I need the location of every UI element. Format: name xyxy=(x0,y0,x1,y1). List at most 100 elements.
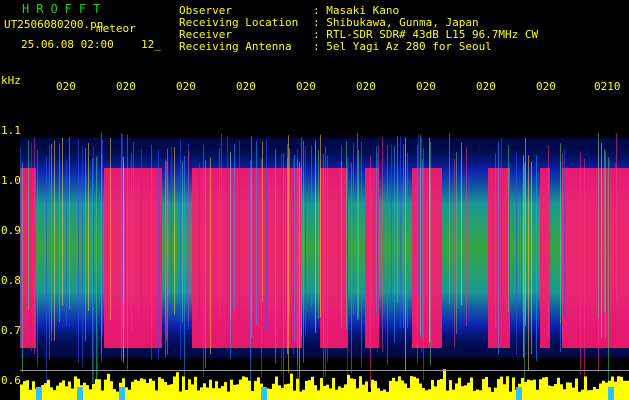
activity-bar xyxy=(536,389,539,400)
activity-bar xyxy=(452,389,455,400)
meteor-streak xyxy=(560,143,561,324)
activity-bar xyxy=(449,380,452,400)
meteor-streak xyxy=(454,159,455,348)
activity-bar xyxy=(20,384,23,400)
meteor-streak xyxy=(250,160,251,381)
meteor-streak xyxy=(420,135,421,336)
activity-bar xyxy=(227,391,230,400)
activity-bar xyxy=(254,381,257,400)
meteor-streak xyxy=(387,145,388,366)
activity-bar xyxy=(155,390,158,400)
meteor-streak xyxy=(564,150,565,317)
antenna-label: Receiving Antenna xyxy=(179,40,292,53)
activity-bar xyxy=(110,381,113,400)
activity-bar xyxy=(242,376,245,400)
activity-bar xyxy=(323,385,326,400)
activity-bar xyxy=(32,381,35,400)
activity-bar xyxy=(326,384,329,400)
activity-bar xyxy=(203,383,206,400)
time-label: 020 xyxy=(116,80,136,93)
activity-bar xyxy=(488,387,491,400)
meteor-streak xyxy=(311,145,312,307)
meteor-streak xyxy=(88,142,89,311)
meteor-streak xyxy=(417,144,418,365)
activity-bar xyxy=(533,379,536,400)
activity-bar xyxy=(365,381,368,400)
signal-band xyxy=(562,168,629,348)
activity-bar xyxy=(56,385,59,400)
meteor-streak xyxy=(165,159,166,358)
activity-bar xyxy=(407,387,410,400)
meteor-streak xyxy=(92,158,93,384)
activity-bar xyxy=(347,374,350,400)
meteor-streak xyxy=(123,156,124,363)
activity-bar xyxy=(539,379,542,400)
activity-bar xyxy=(446,390,449,400)
meteor-streak xyxy=(400,135,401,328)
y-tick: 0.8 xyxy=(1,274,21,287)
meteor-streak xyxy=(303,140,304,364)
activity-bar xyxy=(209,379,212,400)
activity-bar xyxy=(236,384,239,400)
activity-bar xyxy=(182,376,185,400)
meteor-streak xyxy=(377,152,378,353)
activity-bar xyxy=(185,390,188,400)
meteor-streak xyxy=(449,133,450,304)
activity-bar xyxy=(605,382,608,400)
meteor-streak xyxy=(59,143,60,323)
activity-bar xyxy=(422,388,425,400)
activity-bar xyxy=(431,379,434,400)
activity-bar xyxy=(125,387,128,400)
meteor-streak xyxy=(299,162,300,393)
activity-bar xyxy=(416,378,419,400)
meteor-streak xyxy=(327,155,328,363)
file-name: UT2506080200.pn xyxy=(4,18,104,31)
activity-bar xyxy=(350,378,353,400)
meteor-streak xyxy=(96,156,97,389)
meteor-streak xyxy=(262,141,263,302)
baseline-divider xyxy=(20,370,629,371)
meteor-streak xyxy=(93,146,94,383)
meteor-streak xyxy=(205,160,206,369)
meteor-streak xyxy=(281,154,282,376)
y-tick: 0.9 xyxy=(1,224,21,237)
activity-bar xyxy=(512,377,515,400)
meteor-streak xyxy=(325,146,326,377)
meteor-streak xyxy=(580,151,581,375)
meteor-streak xyxy=(604,148,605,312)
meteor-streak xyxy=(357,133,358,320)
meteor-streak xyxy=(180,140,181,360)
activity-bar xyxy=(116,391,119,400)
activity-bar xyxy=(341,387,344,400)
activity-bar xyxy=(230,379,233,400)
y-tick: 1.0 xyxy=(1,174,21,187)
activity-bar xyxy=(392,377,395,400)
activity-bar xyxy=(284,384,287,400)
activity-bar xyxy=(53,390,56,400)
y-tick: 0.7 xyxy=(1,324,21,337)
meteor-streak xyxy=(230,154,231,359)
activity-marker xyxy=(516,387,522,400)
activity-bar xyxy=(92,383,95,400)
meteor-streak xyxy=(227,136,228,352)
meteor-streak xyxy=(323,154,324,378)
meteor-streak xyxy=(293,158,294,355)
activity-bar xyxy=(587,390,590,400)
meteor-streak xyxy=(158,149,159,359)
meteor-streak xyxy=(548,145,549,337)
activity-bar xyxy=(308,380,311,400)
activity-bar xyxy=(269,388,272,400)
activity-bar xyxy=(113,389,116,400)
meteor-streak xyxy=(418,133,419,295)
activity-bar xyxy=(74,376,77,400)
meteor-streak xyxy=(531,161,532,354)
activity-marker xyxy=(36,387,42,400)
activity-bar xyxy=(224,382,227,400)
activity-bar xyxy=(428,389,431,400)
meteor-streak xyxy=(528,155,529,371)
activity-bar xyxy=(509,391,512,400)
meteor-streak xyxy=(141,148,142,335)
activity-bar xyxy=(593,386,596,400)
activity-bar xyxy=(332,377,335,400)
meteor-streak xyxy=(423,147,424,381)
